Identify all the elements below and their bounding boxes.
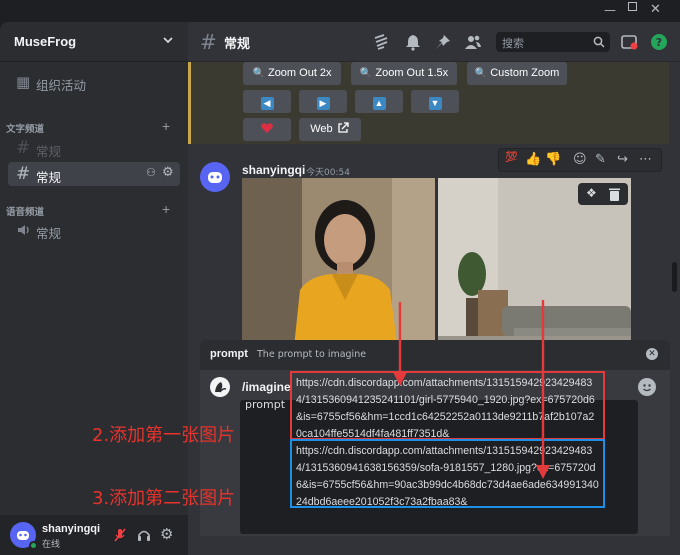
- annotation-first-image: 2.添加第一张图片: [92, 425, 236, 446]
- annotation-arrows: [393, 300, 550, 479]
- annotation-second-image: 3.添加第二张图片: [92, 488, 236, 509]
